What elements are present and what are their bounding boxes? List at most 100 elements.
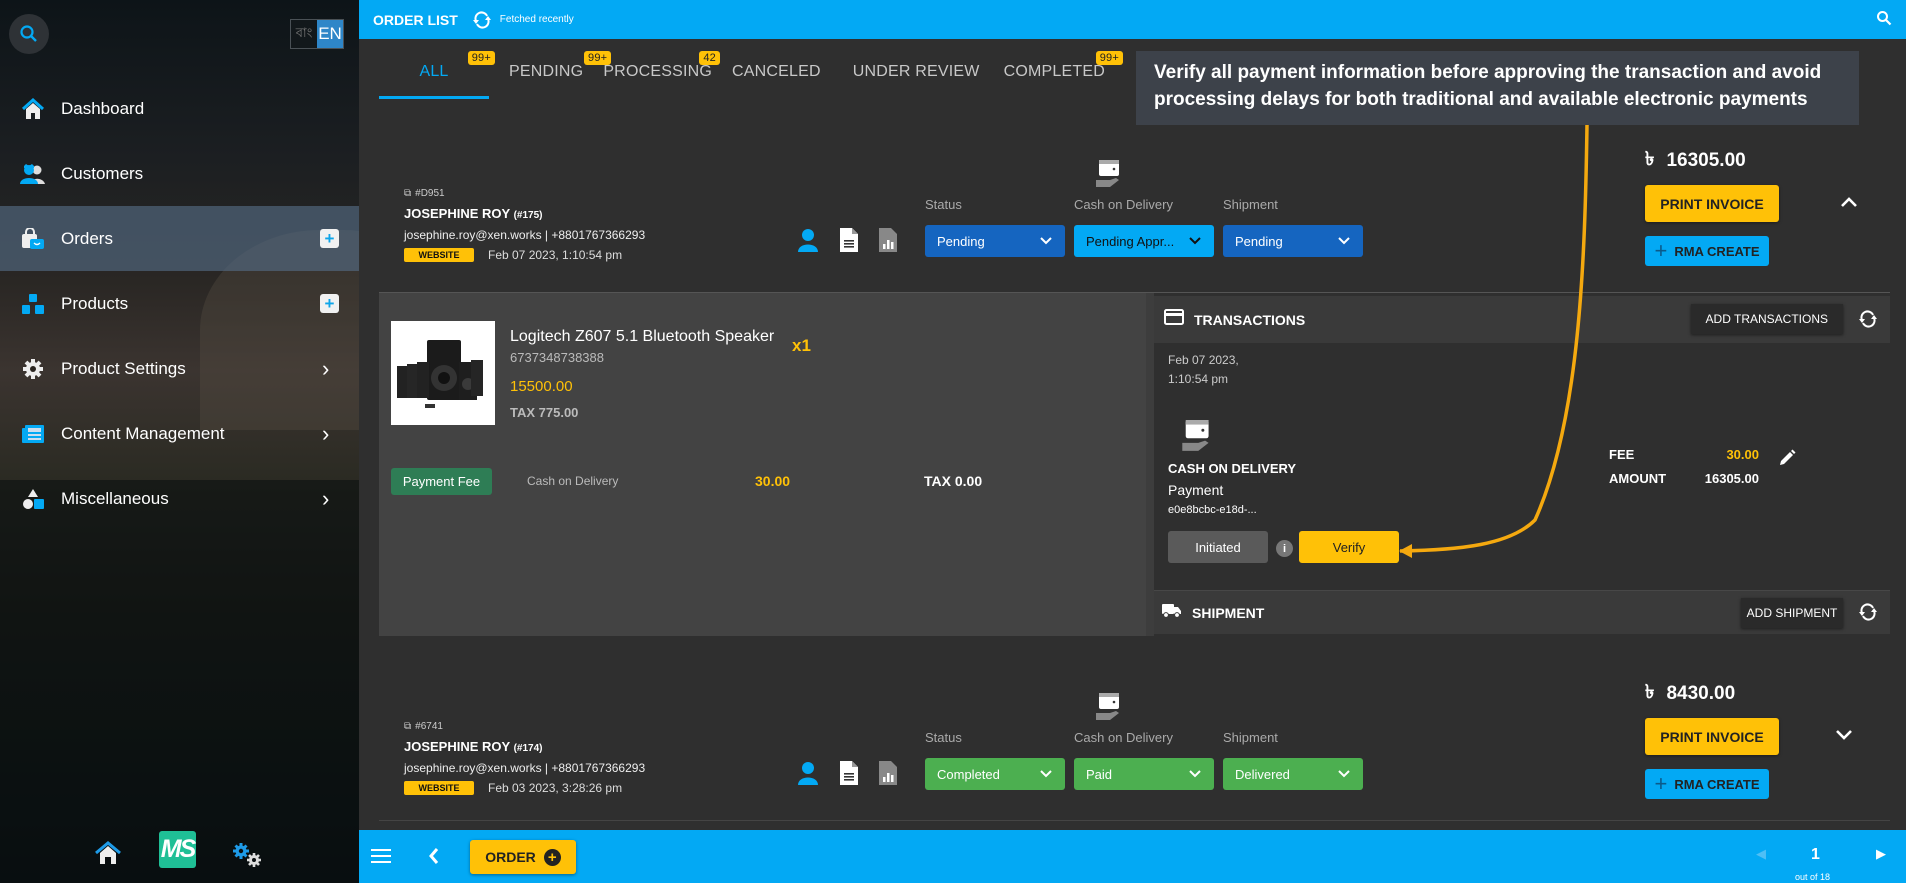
language-bangla[interactable]: বাং (291, 20, 317, 48)
customer-name: JOSEPHINE ROY (#175) (404, 206, 543, 221)
invoice-document-icon[interactable] (840, 228, 858, 257)
tab-under-review[interactable]: UNDER REVIEW (841, 48, 992, 96)
sidebar-item-orders[interactable]: Orders + (0, 206, 359, 271)
sidebar-item-miscellaneous[interactable]: Miscellaneous › (0, 466, 359, 531)
tab-pending[interactable]: PENDING 99+ (489, 48, 612, 96)
tab-completed[interactable]: COMPLETED 99+ (992, 48, 1123, 96)
home-icon (20, 97, 46, 121)
sidebar-item-label: Customers (61, 163, 144, 183)
refresh-transactions-button[interactable] (1858, 310, 1878, 333)
shipment-select[interactable]: Pending (1223, 225, 1363, 257)
chevron-up-icon (1841, 197, 1857, 207)
home-icon[interactable] (94, 840, 122, 871)
add-product-button[interactable]: + (320, 294, 339, 313)
search-icon (1877, 11, 1892, 26)
order-total: ৳ 8430.00 (1645, 678, 1735, 710)
chevron-down-icon (1338, 770, 1350, 778)
tab-label: COMPLETED (1003, 63, 1105, 80)
order-row[interactable]: ⧉ #6741 JOSEPHINE ROY (#174) josephine.ro… (379, 673, 1889, 823)
customer-id: (#175) (513, 210, 543, 221)
copy-icon[interactable]: ⧉ (404, 721, 411, 732)
product-price: 15500.00 (510, 378, 573, 395)
order-items: Logitech Z607 5.1 Bluetooth Speaker 6737… (379, 293, 1146, 636)
product-tax: TAX 775.00 (510, 405, 579, 420)
print-invoice-button[interactable]: PRINT INVOICE (1645, 185, 1779, 222)
sync-icon (1859, 310, 1877, 328)
payment-status-select[interactable]: Pending Appr... (1074, 225, 1214, 257)
product-name[interactable]: Logitech Z607 5.1 Bluetooth Speaker (510, 328, 774, 346)
app-logo[interactable]: MS (159, 831, 196, 868)
customer-profile-icon[interactable] (797, 761, 819, 790)
sidebar-search-button[interactable] (9, 14, 49, 54)
language-english[interactable]: EN (317, 20, 343, 48)
next-page-button[interactable]: ▶ (1876, 846, 1886, 862)
top-search-button[interactable] (1876, 10, 1892, 31)
chevron-down-icon (1836, 730, 1852, 740)
edit-transaction-button[interactable] (1778, 449, 1796, 472)
tab-all[interactable]: ALL 99+ (379, 48, 495, 99)
invoice-document-icon[interactable] (840, 761, 858, 790)
cash-on-delivery-icon (1096, 160, 1120, 193)
customer-id: (#174) (513, 743, 543, 754)
rma-create-button[interactable]: + RMA CREATE (1645, 236, 1769, 266)
transaction-reference[interactable]: e0e8bcbc-e18d-... (1168, 504, 1257, 516)
chevron-right-icon: › (322, 420, 330, 446)
sidebar-item-products[interactable]: Products + (0, 271, 359, 336)
chevron-right-icon: › (322, 485, 330, 511)
sidebar-item-customers[interactable]: Customers (0, 141, 359, 206)
transactions-header: TRANSACTIONS ADD TRANSACTIONS (1154, 296, 1890, 343)
add-transactions-button[interactable]: ADD TRANSACTIONS (1690, 304, 1843, 334)
sidebar-item-content-management[interactable]: Content Management › (0, 401, 359, 466)
order-id[interactable]: ⧉ #6741 (404, 721, 443, 732)
sidebar-item-product-settings[interactable]: Product Settings › (0, 336, 359, 401)
shipment-select[interactable]: Delivered (1223, 758, 1363, 790)
sync-icon (472, 10, 491, 29)
tab-count-badge: 99+ (1095, 51, 1123, 65)
newspaper-icon (20, 422, 46, 446)
report-chart-icon[interactable] (879, 228, 897, 257)
rma-create-button[interactable]: + RMA CREATE (1645, 769, 1769, 799)
report-chart-icon[interactable] (879, 761, 897, 790)
order-source: WEBSITE Feb 07 2023, 1:10:54 pm (404, 248, 622, 262)
menu-button[interactable] (371, 847, 391, 870)
refresh-button[interactable] (472, 10, 492, 29)
print-invoice-button[interactable]: PRINT INVOICE (1645, 718, 1779, 755)
collapse-button[interactable] (1839, 195, 1859, 214)
refresh-shipment-button[interactable] (1858, 603, 1878, 626)
new-order-button[interactable]: ORDER + (470, 840, 576, 874)
order-details: Logitech Z607 5.1 Bluetooth Speaker 6737… (379, 292, 1890, 636)
tab-label: ALL (419, 63, 449, 80)
copy-icon[interactable]: ⧉ (404, 188, 411, 199)
customer-profile-icon[interactable] (797, 228, 819, 257)
settings-gears-icon[interactable] (232, 842, 264, 875)
verify-button[interactable]: Verify (1299, 531, 1399, 563)
tab-canceled[interactable]: CANCELED (712, 48, 841, 96)
plus-circle-icon: + (543, 848, 561, 866)
payment-fee-tax: TAX 0.00 (924, 473, 983, 489)
add-shipment-button[interactable]: ADD SHIPMENT (1741, 598, 1843, 628)
currency-icon: ৳ (1645, 149, 1655, 170)
order-row[interactable]: ⧉ #D951 JOSEPHINE ROY (#175) josephine.ro… (379, 140, 1889, 290)
tab-processing[interactable]: PROCESSING 42 (603, 48, 720, 96)
info-icon[interactable]: i (1276, 540, 1293, 557)
sidebar-item-label: Product Settings (61, 358, 186, 378)
payment-status-select[interactable]: Paid (1074, 758, 1214, 790)
shipment-label: Shipment (1223, 197, 1278, 212)
sidebar-item-dashboard[interactable]: Dashboard (0, 76, 359, 141)
sync-icon (1859, 603, 1877, 621)
customer-contact: josephine.roy@xen.works | +8801767366293 (404, 761, 646, 775)
back-button[interactable] (428, 846, 440, 871)
payment-fee-amount: 30.00 (755, 473, 791, 489)
previous-page-button[interactable]: ◀ (1756, 846, 1766, 862)
chevron-down-icon (1189, 770, 1201, 778)
shipment-title: SHIPMENT (1192, 604, 1265, 621)
payment-fee-method: Cash on Delivery (527, 474, 619, 488)
expand-button[interactable] (1834, 728, 1854, 747)
status-select[interactable]: Completed (925, 758, 1065, 790)
order-id[interactable]: ⧉ #D951 (404, 188, 445, 199)
status-select[interactable]: Pending (925, 225, 1065, 257)
sidebar-item-label: Content Management (61, 423, 225, 443)
transaction-date: Feb 07 2023, 1:10:54 pm (1168, 353, 1239, 386)
language-switcher[interactable]: বাং EN (290, 19, 344, 49)
add-order-button[interactable]: + (320, 229, 339, 248)
